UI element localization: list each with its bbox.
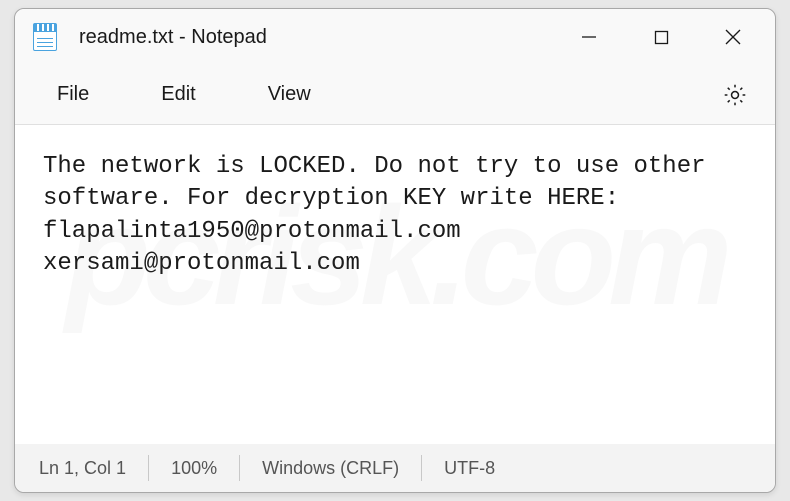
window-title: readme.txt - Notepad <box>79 26 267 49</box>
maximize-button[interactable] <box>625 13 697 61</box>
menu-edit[interactable]: Edit <box>143 75 213 114</box>
status-encoding: UTF-8 <box>422 458 517 479</box>
status-line-ending: Windows (CRLF) <box>240 458 421 479</box>
status-position: Ln 1, Col 1 <box>39 458 148 479</box>
menu-view[interactable]: View <box>250 75 329 114</box>
minimize-icon <box>581 29 597 45</box>
close-button[interactable] <box>697 13 769 61</box>
document-text: The network is LOCKED. Do not try to use… <box>43 151 747 281</box>
close-icon <box>724 28 742 46</box>
settings-button[interactable] <box>711 71 759 119</box>
notepad-window: readme.txt - Notepad File Edit View <box>14 8 776 493</box>
status-bar: Ln 1, Col 1 100% Windows (CRLF) UTF-8 <box>15 444 775 492</box>
menu-file[interactable]: File <box>39 75 107 114</box>
minimize-button[interactable] <box>553 13 625 61</box>
title-bar: readme.txt - Notepad <box>15 9 775 65</box>
gear-icon <box>722 82 748 108</box>
maximize-icon <box>654 30 669 45</box>
menu-bar: File Edit View <box>15 65 775 125</box>
status-zoom[interactable]: 100% <box>149 458 239 479</box>
notepad-icon <box>33 23 57 51</box>
text-area[interactable]: The network is LOCKED. Do not try to use… <box>15 125 775 444</box>
